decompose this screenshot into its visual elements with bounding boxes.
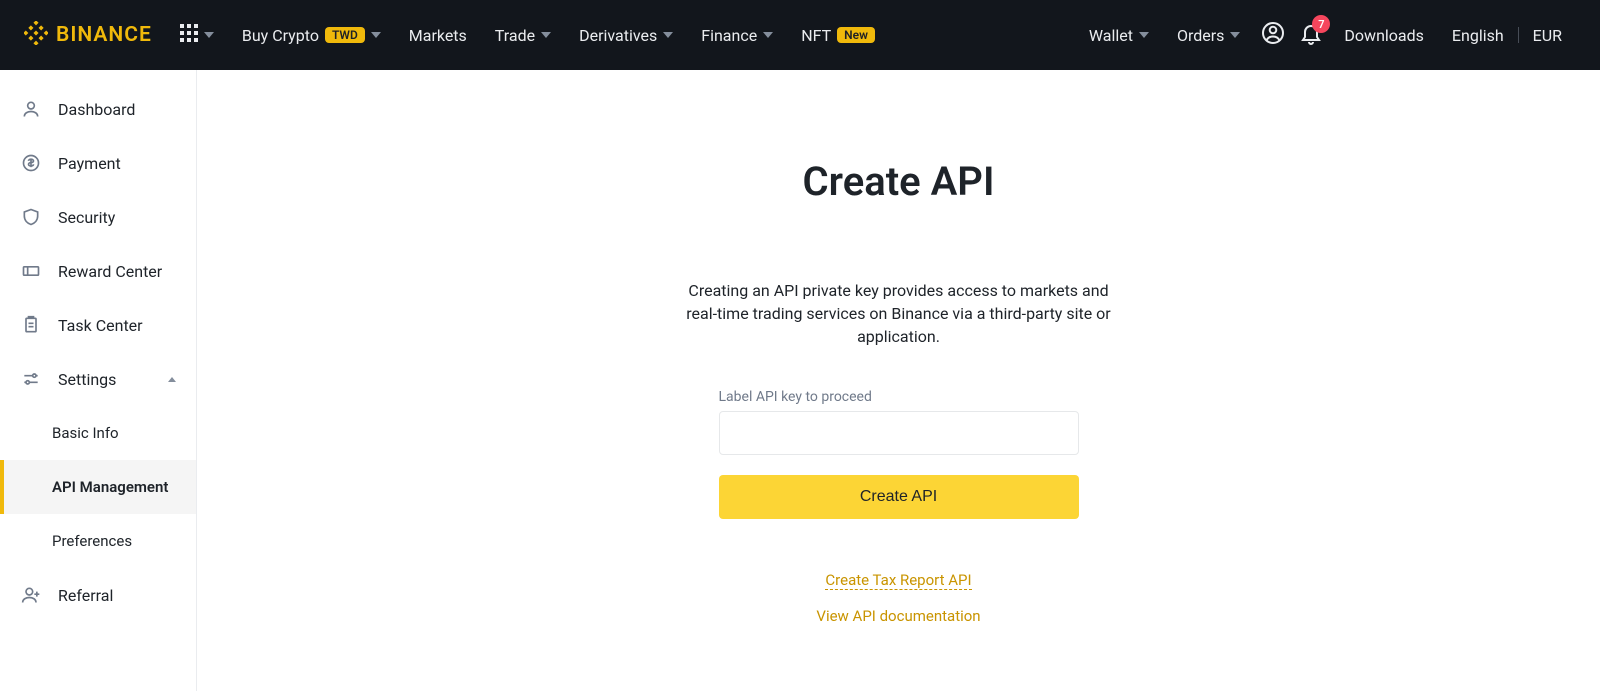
- apps-grid-icon: [180, 24, 198, 46]
- chevron-down-icon: [1230, 32, 1240, 38]
- sidebar-item-label: Dashboard: [58, 100, 135, 119]
- chevron-up-icon: [168, 377, 176, 382]
- logo-text: BINANCE: [56, 23, 152, 47]
- sidebar-item-security[interactable]: Security: [0, 190, 196, 244]
- chevron-down-icon: [1139, 32, 1149, 38]
- user-icon: [20, 99, 42, 119]
- sidebar-item-payment[interactable]: Payment: [0, 136, 196, 190]
- sidebar-item-dashboard[interactable]: Dashboard: [0, 82, 196, 136]
- chevron-down-icon: [541, 32, 551, 38]
- create-api-form: Label API key to proceed Create API Crea…: [719, 389, 1079, 625]
- sidebar-item-label: Referral: [58, 586, 113, 605]
- nav-orders[interactable]: Orders: [1163, 26, 1254, 45]
- nav-label: Markets: [409, 26, 467, 45]
- top-nav: BINANCE Buy Crypto TWD Markets Trade Der…: [0, 0, 1600, 70]
- currency-badge: TWD: [325, 27, 365, 43]
- binance-logo-icon: [24, 21, 48, 49]
- apps-menu[interactable]: [166, 24, 228, 46]
- account-menu[interactable]: [1254, 21, 1292, 49]
- nav-label: Trade: [495, 26, 535, 45]
- page-title: Create API: [803, 158, 995, 205]
- shield-icon: [20, 207, 42, 227]
- separator: [1518, 27, 1519, 43]
- sidebar: Dashboard Payment Security Reward Center: [0, 70, 197, 691]
- dollar-circle-icon: [20, 153, 42, 173]
- chevron-down-icon: [204, 32, 214, 38]
- nav-label: Derivatives: [579, 26, 657, 45]
- create-api-button[interactable]: Create API: [719, 475, 1079, 519]
- sidebar-item-label: API Management: [52, 478, 168, 496]
- user-plus-icon: [20, 585, 42, 605]
- notification-count-badge: 7: [1312, 15, 1330, 33]
- binance-logo[interactable]: BINANCE: [24, 21, 152, 49]
- chevron-down-icon: [371, 32, 381, 38]
- notifications-button[interactable]: 7: [1292, 21, 1330, 49]
- ticket-icon: [20, 261, 42, 281]
- language-selector[interactable]: English: [1438, 26, 1508, 45]
- create-tax-report-link[interactable]: Create Tax Report API: [825, 571, 971, 590]
- nav-label: Wallet: [1089, 26, 1133, 45]
- sidebar-item-label: Settings: [58, 370, 116, 389]
- sidebar-item-reward-center[interactable]: Reward Center: [0, 244, 196, 298]
- main-content: Create API Creating an API private key p…: [197, 70, 1600, 691]
- sidebar-item-task-center[interactable]: Task Center: [0, 298, 196, 352]
- sidebar-item-label: Payment: [58, 154, 121, 173]
- nav-nft[interactable]: NFT New: [787, 26, 889, 45]
- nav-derivatives[interactable]: Derivatives: [565, 26, 687, 45]
- clipboard-icon: [20, 315, 42, 335]
- sliders-icon: [20, 369, 42, 389]
- nav-label: EUR: [1533, 26, 1562, 45]
- sidebar-sub-basic-info[interactable]: Basic Info: [0, 406, 196, 460]
- sidebar-item-label: Task Center: [58, 316, 143, 335]
- sidebar-sub-preferences[interactable]: Preferences: [0, 514, 196, 568]
- nav-label: English: [1452, 26, 1504, 45]
- nav-label: Buy Crypto: [242, 26, 319, 45]
- user-circle-icon: [1261, 21, 1285, 49]
- nav-buy-crypto[interactable]: Buy Crypto TWD: [228, 26, 395, 45]
- nav-markets[interactable]: Markets: [395, 26, 481, 45]
- new-badge: New: [837, 27, 875, 43]
- nav-label: Orders: [1177, 26, 1224, 45]
- nav-label: NFT: [801, 26, 831, 45]
- sidebar-item-settings[interactable]: Settings: [0, 352, 196, 406]
- sidebar-item-referral[interactable]: Referral: [0, 568, 196, 622]
- api-label-input[interactable]: [719, 411, 1079, 455]
- nav-downloads[interactable]: Downloads: [1330, 26, 1437, 45]
- page-description: Creating an API private key provides acc…: [679, 279, 1119, 349]
- view-api-docs-link[interactable]: View API documentation: [816, 607, 980, 625]
- chevron-down-icon: [663, 32, 673, 38]
- currency-selector[interactable]: EUR: [1529, 26, 1576, 45]
- nav-finance[interactable]: Finance: [687, 26, 787, 45]
- chevron-down-icon: [763, 32, 773, 38]
- sidebar-sub-api-management[interactable]: API Management: [0, 460, 196, 514]
- input-label: Label API key to proceed: [719, 389, 1079, 405]
- nav-label: Downloads: [1344, 26, 1423, 45]
- sidebar-item-label: Reward Center: [58, 262, 162, 281]
- sidebar-item-label: Security: [58, 208, 115, 227]
- nav-trade[interactable]: Trade: [481, 26, 565, 45]
- sidebar-item-label: Preferences: [52, 532, 132, 550]
- sidebar-item-label: Basic Info: [52, 424, 119, 442]
- nav-wallet[interactable]: Wallet: [1075, 26, 1163, 45]
- nav-label: Finance: [701, 26, 757, 45]
